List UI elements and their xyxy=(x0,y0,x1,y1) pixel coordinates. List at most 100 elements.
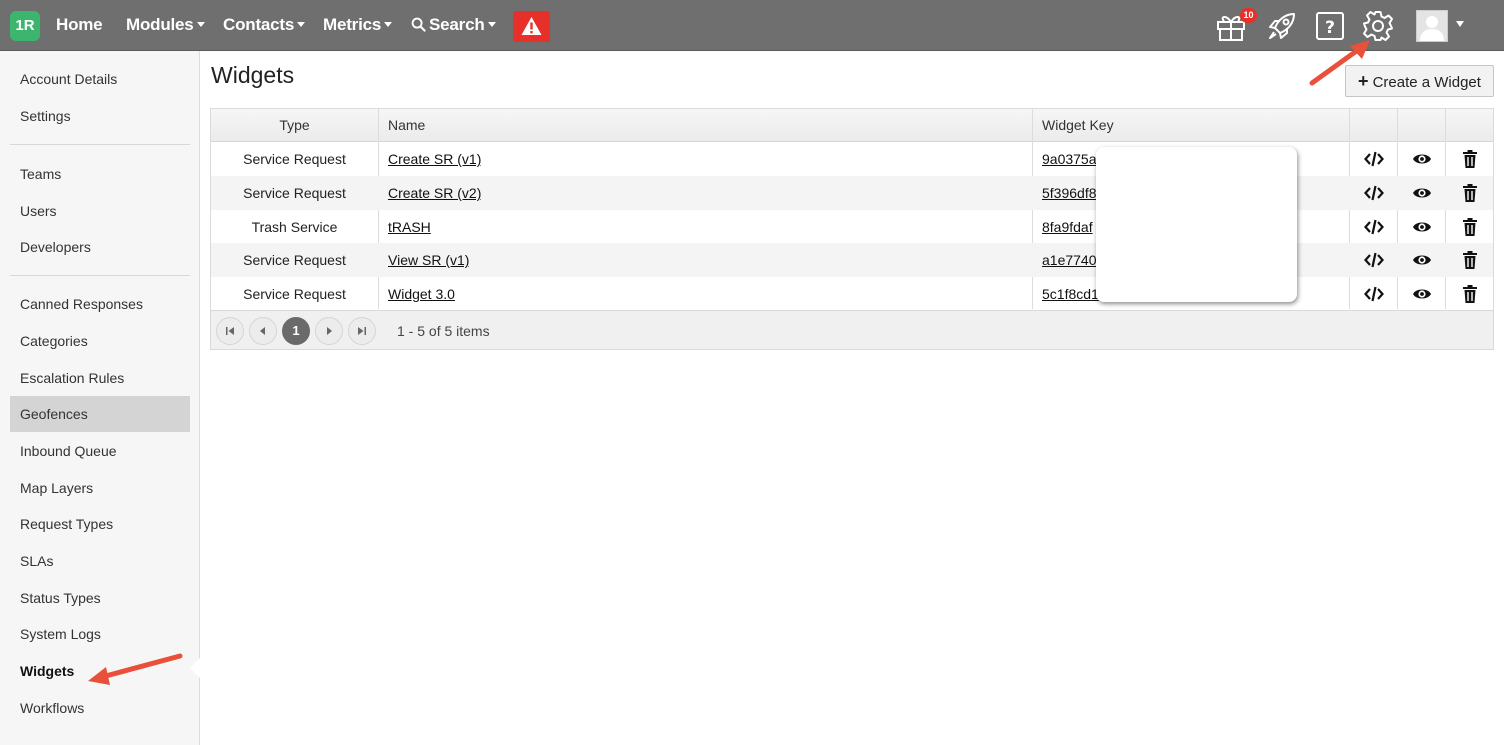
first-page-icon xyxy=(226,327,234,335)
user-avatar-icon xyxy=(1420,16,1444,41)
table-row: Trash Service tRASH 8fa9fdaf xyxy=(211,210,1493,244)
settings-sidebar: Account Details Settings Teams Users Dev… xyxy=(0,51,200,745)
sidebar-item-inbound-queue[interactable]: Inbound Queue xyxy=(10,433,190,469)
code-icon[interactable] xyxy=(1364,183,1384,203)
trash-icon[interactable] xyxy=(1460,183,1480,203)
sidebar-item-categories[interactable]: Categories xyxy=(10,323,190,359)
widget-name-link[interactable]: Create SR (v1) xyxy=(388,151,481,167)
cell-key: 8fa9fdaf xyxy=(1042,210,1093,244)
trash-icon[interactable] xyxy=(1460,284,1480,304)
alert-button[interactable] xyxy=(513,11,550,42)
nav-search[interactable]: Search xyxy=(411,15,496,35)
nav-contacts-label: Contacts xyxy=(223,15,295,34)
widget-name-link[interactable]: tRASH xyxy=(388,219,431,235)
trash-icon[interactable] xyxy=(1460,250,1480,270)
sidebar-item-users[interactable]: Users xyxy=(10,193,190,229)
next-page-button[interactable] xyxy=(315,317,343,345)
code-icon[interactable] xyxy=(1364,284,1384,304)
nav-home[interactable]: Home xyxy=(56,15,103,35)
eye-icon[interactable] xyxy=(1412,183,1432,203)
last-page-icon xyxy=(358,327,366,335)
cell-key: 5c1f8cd1 xyxy=(1042,277,1099,311)
sidebar-item-settings[interactable]: Settings xyxy=(10,98,190,134)
code-icon[interactable] xyxy=(1364,250,1384,270)
cell-type: Service Request xyxy=(243,286,346,302)
eye-icon[interactable] xyxy=(1412,149,1432,169)
page-title: Widgets xyxy=(211,62,295,88)
sidebar-item-teams[interactable]: Teams xyxy=(10,156,190,192)
widget-name-link[interactable]: View SR (v1) xyxy=(388,252,469,268)
last-page-button[interactable] xyxy=(348,317,376,345)
widget-key-link[interactable]: 5f396df8 xyxy=(1042,185,1097,201)
cell-type: Service Request xyxy=(243,185,346,201)
search-icon xyxy=(411,17,426,32)
column-header-type[interactable]: Type xyxy=(211,109,378,142)
table-row: Service Request Create SR (v1) 9a0375a xyxy=(211,142,1493,176)
top-navbar: 1R Home Modules Contacts Metrics Search … xyxy=(0,0,1504,51)
sidebar-item-account-details[interactable]: Account Details xyxy=(10,61,190,97)
sidebar-item-slas[interactable]: SLAs xyxy=(10,543,190,579)
widget-key-link[interactable]: a1e7740 xyxy=(1042,252,1097,268)
column-header-widget-key[interactable]: Widget Key xyxy=(1042,109,1114,142)
sidebar-item-canned-responses[interactable]: Canned Responses xyxy=(10,286,190,322)
chevron-down-icon[interactable] xyxy=(1456,21,1464,27)
cell-type: Service Request xyxy=(243,252,346,268)
avatar[interactable] xyxy=(1416,10,1448,42)
gear-icon[interactable] xyxy=(1361,9,1395,43)
cell-name: Widget 3.0 xyxy=(388,277,455,311)
rocket-icon[interactable] xyxy=(1265,9,1299,43)
table-row: Service Request Create SR (v2) 5f396df8 xyxy=(211,176,1493,210)
notification-badge: 10 xyxy=(1240,8,1257,23)
eye-icon[interactable] xyxy=(1412,250,1432,270)
widget-key-link[interactable]: 8fa9fdaf xyxy=(1042,219,1093,235)
sidebar-item-system-logs[interactable]: System Logs xyxy=(10,616,190,652)
nav-search-label: Search xyxy=(429,15,485,34)
sidebar-item-status-types[interactable]: Status Types xyxy=(10,580,190,616)
cell-name: Create SR (v2) xyxy=(388,176,481,210)
eye-icon[interactable] xyxy=(1412,217,1432,237)
cell-type: Trash Service xyxy=(251,219,338,235)
sidebar-item-developers[interactable]: Developers xyxy=(10,229,190,265)
create-widget-button[interactable]: + Create a Widget xyxy=(1345,65,1494,97)
eye-icon[interactable] xyxy=(1412,284,1432,304)
nav-metrics[interactable]: Metrics xyxy=(323,15,393,35)
sidebar-item-workflows[interactable]: Workflows xyxy=(10,690,190,726)
table-header: Type Name Widget Key xyxy=(211,109,1493,142)
sidebar-item-escalation-rules[interactable]: Escalation Rules xyxy=(10,360,190,396)
prev-page-button[interactable] xyxy=(249,317,277,345)
widgets-table: Type Name Widget Key Service Request Cre… xyxy=(210,108,1494,350)
table-row: Service Request Widget 3.0 5c1f8cd1 xyxy=(211,277,1493,311)
cell-name: tRASH xyxy=(388,210,431,244)
code-icon[interactable] xyxy=(1364,149,1384,169)
page-number-button[interactable]: 1 xyxy=(282,317,310,345)
sidebar-divider xyxy=(10,144,190,145)
sidebar-item-widgets[interactable]: Widgets xyxy=(10,653,190,689)
code-icon[interactable] xyxy=(1364,217,1384,237)
app-logo[interactable]: 1R xyxy=(10,11,40,41)
chevron-down-icon xyxy=(196,21,205,27)
widget-key-link[interactable]: 9a0375a xyxy=(1042,151,1097,167)
chevron-down-icon xyxy=(384,21,393,27)
cell-key: 9a0375a xyxy=(1042,142,1097,176)
first-page-button[interactable] xyxy=(216,317,244,345)
trash-icon[interactable] xyxy=(1460,149,1480,169)
sidebar-item-geofences[interactable]: Geofences xyxy=(10,396,190,432)
chevron-down-icon xyxy=(297,21,306,27)
sidebar-item-request-types[interactable]: Request Types xyxy=(10,506,190,542)
sidebar-divider xyxy=(10,275,190,276)
trash-icon[interactable] xyxy=(1460,217,1480,237)
chevron-down-icon xyxy=(487,21,496,27)
table-pager: 1 1 - 5 of 5 items xyxy=(211,310,1493,349)
widget-key-link[interactable]: 5c1f8cd1 xyxy=(1042,286,1099,302)
cell-key: 5f396df8 xyxy=(1042,176,1097,210)
nav-modules[interactable]: Modules xyxy=(126,15,205,35)
help-icon[interactable]: ? xyxy=(1313,9,1347,43)
column-header-name[interactable]: Name xyxy=(388,109,425,142)
cell-type: Service Request xyxy=(243,151,346,167)
cell-key: a1e7740 xyxy=(1042,243,1097,277)
nav-metrics-label: Metrics xyxy=(323,15,382,34)
nav-contacts[interactable]: Contacts xyxy=(223,15,306,35)
widget-name-link[interactable]: Widget 3.0 xyxy=(388,286,455,302)
sidebar-item-map-layers[interactable]: Map Layers xyxy=(10,470,190,506)
widget-name-link[interactable]: Create SR (v2) xyxy=(388,185,481,201)
